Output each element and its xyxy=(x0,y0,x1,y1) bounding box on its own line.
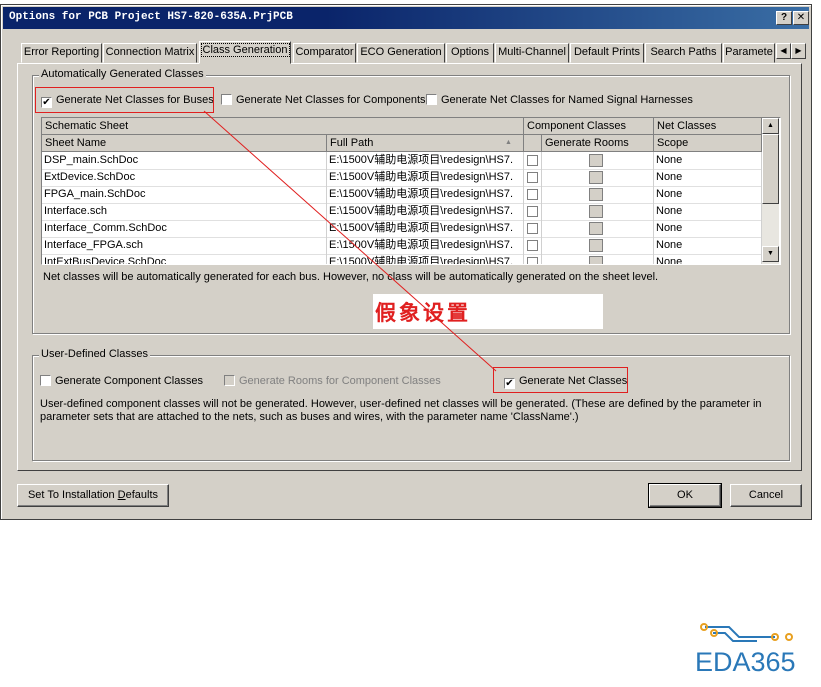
ok-button[interactable]: OK xyxy=(648,483,722,508)
connector-line xyxy=(203,110,497,372)
logo-text: EDA365 xyxy=(695,647,796,677)
cancel-button[interactable]: Cancel xyxy=(730,484,802,507)
eda365-logo: EDA365 xyxy=(695,617,807,681)
tab-class-generation[interactable]: Class Generation xyxy=(199,41,291,64)
connector-segment xyxy=(203,110,497,372)
set-installation-defaults-button[interactable]: Set To Installation Defaults xyxy=(17,484,169,507)
circuit-trace-icon xyxy=(700,623,793,642)
